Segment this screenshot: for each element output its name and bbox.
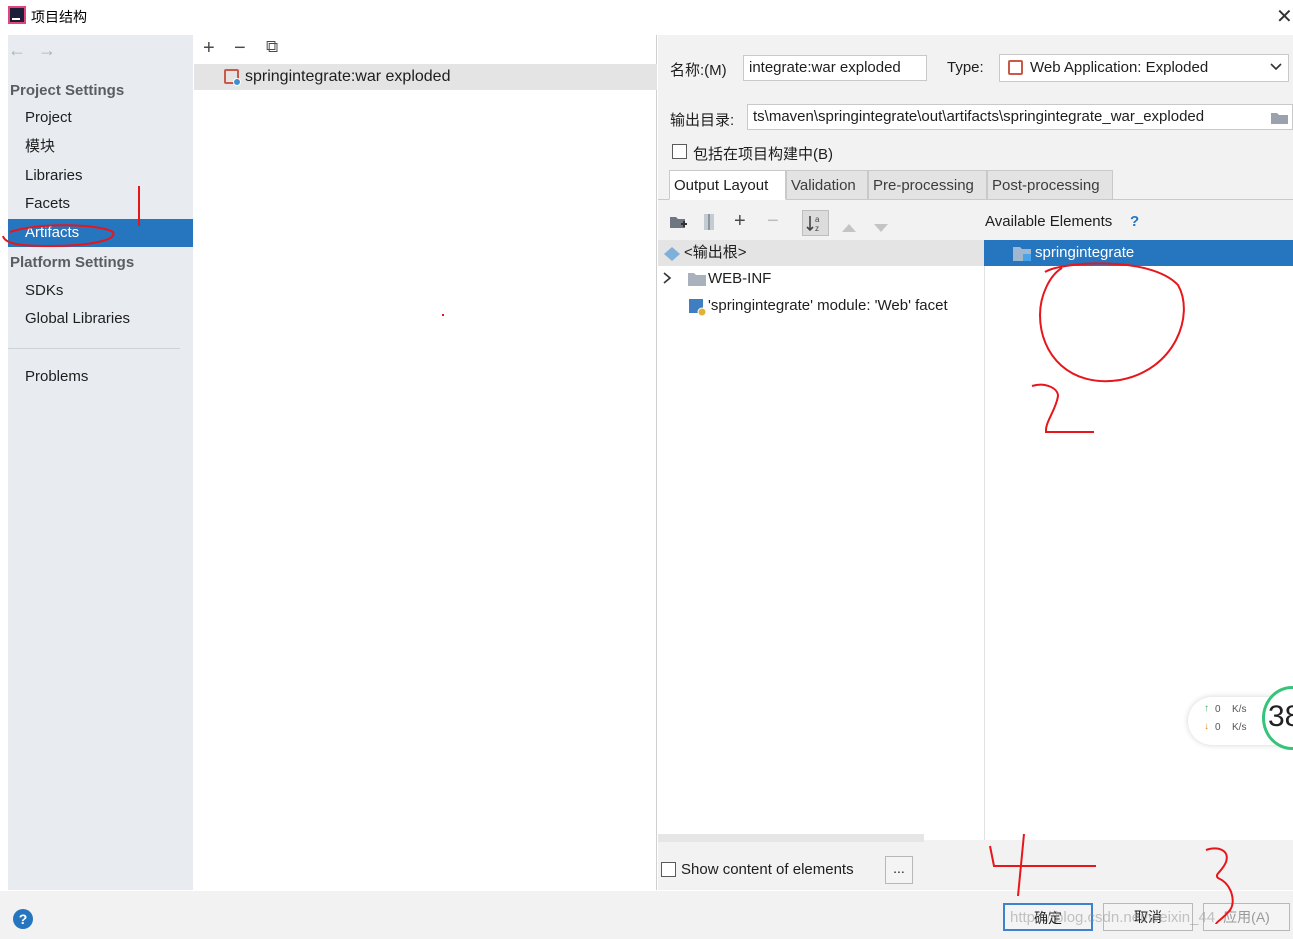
annotation-circle-available	[1038, 262, 1185, 383]
annotation-circle-artifacts	[2, 224, 115, 248]
annotation-mark-4	[989, 833, 1096, 897]
annotation-mark-2	[1031, 383, 1094, 433]
annotation-mark-3	[1205, 847, 1234, 925]
annotation-overlay	[2, 186, 1234, 925]
